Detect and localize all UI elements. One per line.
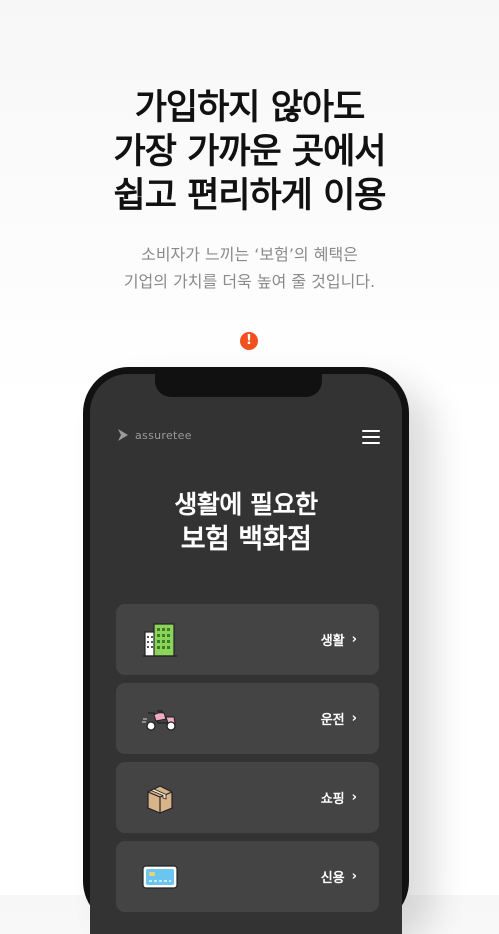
headline-line-1: 가입하지 않아도: [134, 88, 366, 128]
category-card-shopping[interactable]: 쇼핑 ›: [116, 762, 379, 833]
chevron-right-icon: ›: [351, 790, 357, 805]
category-label: 쇼핑: [320, 792, 345, 807]
hero-line-2: 보험 백화점: [180, 524, 312, 555]
subtext-line-1: 소비자가 느끼는 ‘보험’의 혜택은: [141, 245, 358, 264]
brand-logo[interactable]: assuretee: [116, 428, 192, 442]
phone-notch: [155, 374, 322, 397]
hero-title: 생활에 필요한 보험 백화점: [90, 487, 402, 557]
phone-screen: assuretee 생활에 필요한 보험 백화점 생활 › 운전 › 쇼핑 › …: [90, 374, 402, 934]
category-label: 생활: [320, 634, 345, 649]
credit-card-icon: [142, 865, 178, 889]
hamburger-menu-icon[interactable]: [362, 430, 380, 444]
scooter-icon: [142, 710, 176, 731]
assuretee-logo-icon: [118, 429, 128, 441]
brand-name: assuretee: [135, 428, 192, 442]
headline-line-3: 쉽고 편리하게 이용: [113, 176, 387, 216]
category-card-credit[interactable]: 신용 ›: [116, 841, 379, 912]
hero-line-1: 생활에 필요한: [174, 490, 318, 519]
subtext-line-2: 기업의 가치를 더욱 높여 줄 것입니다.: [123, 272, 376, 291]
category-card-driving[interactable]: 운전 ›: [116, 683, 379, 754]
building-icon: [143, 623, 177, 657]
category-label: 운전: [320, 713, 345, 728]
phone-mockup: assuretee 생활에 필요한 보험 백화점 생활 › 운전 › 쇼핑 › …: [83, 367, 409, 934]
package-box-icon: [147, 785, 173, 814]
headline: 가입하지 않아도 가장 가까운 곳에서 쉽고 편리하게 이용: [0, 86, 499, 218]
chevron-right-icon: ›: [351, 711, 357, 726]
chevron-right-icon: ›: [351, 869, 357, 884]
headline-line-2: 가장 가까운 곳에서: [113, 132, 387, 172]
category-card-life[interactable]: 생활 ›: [116, 604, 379, 675]
alert-icon: !: [240, 332, 258, 350]
category-label: 신용: [320, 871, 345, 886]
subtext: 소비자가 느끼는 ‘보험’의 혜택은 기업의 가치를 더욱 높여 줄 것입니다.: [0, 241, 499, 295]
chevron-right-icon: ›: [351, 632, 357, 647]
